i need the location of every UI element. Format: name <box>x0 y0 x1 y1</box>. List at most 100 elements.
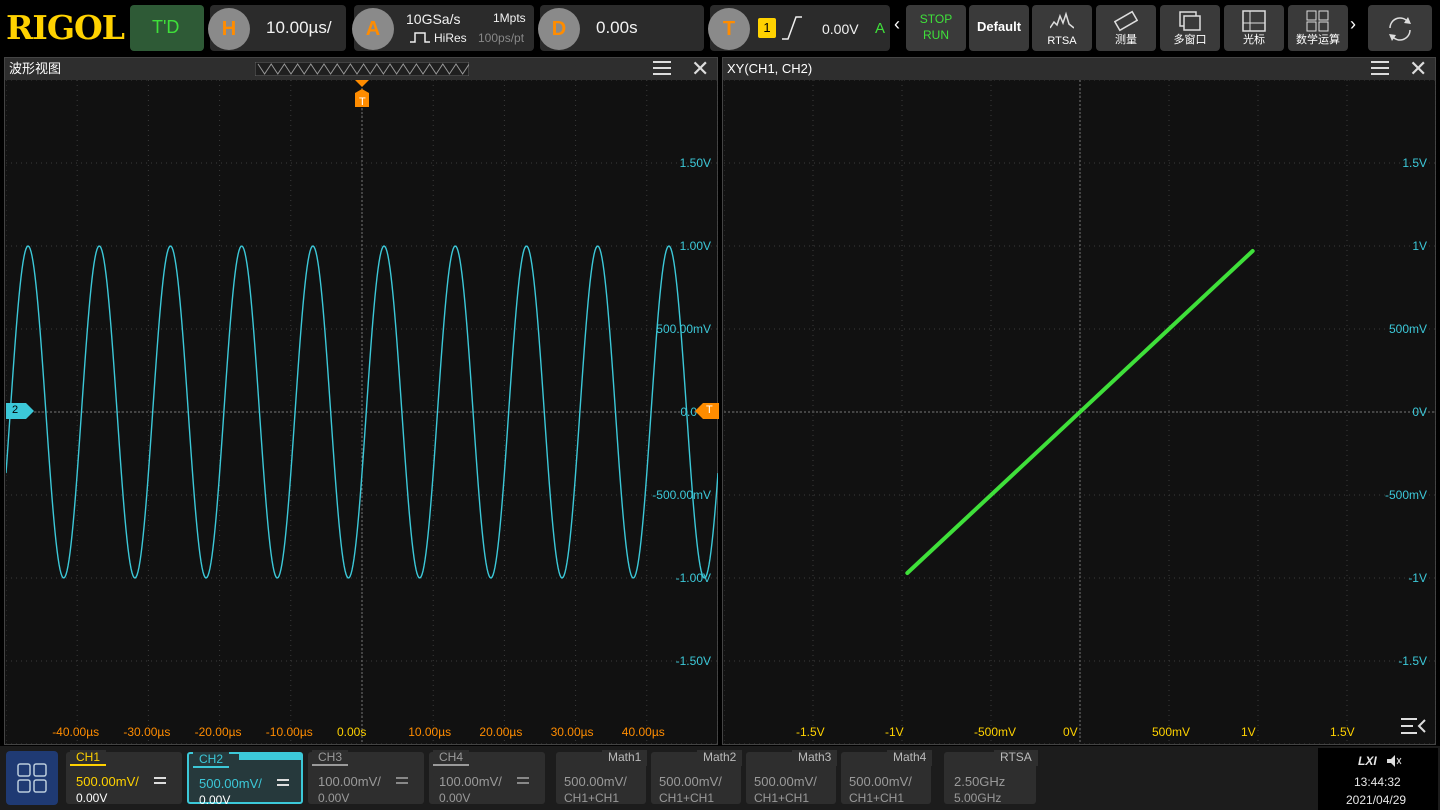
xy-close-icon[interactable]: ✕ <box>1409 58 1427 80</box>
rtsa-icon <box>1050 11 1074 29</box>
channel-name: CH4 <box>433 750 470 766</box>
speaker-muted-icon[interactable] <box>1386 754 1402 768</box>
xy-x-tick-label: -1V <box>885 725 904 739</box>
xy-x-tick-label: -500mV <box>974 725 1017 739</box>
scroll-right-icon[interactable]: › <box>1350 14 1356 35</box>
waveform-y-tick-label: 500.00mV <box>656 322 711 336</box>
channel-name: CH1 <box>70 750 107 766</box>
scroll-left-icon[interactable]: ‹ <box>894 14 900 35</box>
channel-box-ch4[interactable]: CH4 100.00mV/0.00V <box>429 750 545 805</box>
xy-panel-menu-icon[interactable] <box>1371 61 1389 75</box>
math-box-math1[interactable]: Math1 500.00mV/CH1+CH1 <box>556 750 648 805</box>
waveform-x-tick-label: 10.00µs <box>408 725 452 739</box>
mode-switch-button[interactable] <box>1368 5 1432 51</box>
trigger-level-label: T <box>706 404 713 416</box>
a-pill[interactable]: A <box>352 8 394 50</box>
waveform-y-tick-label: -1.00V <box>675 571 711 585</box>
xy-y-tick-label: -1V <box>1408 571 1427 585</box>
refresh-cycle-icon <box>1389 17 1411 41</box>
points-rate: 100ps/pt <box>478 31 525 45</box>
memory-depth: 1Mpts <box>493 11 526 25</box>
stop-label: STOP <box>919 12 953 26</box>
waveform-y-tick-label: 0.0 <box>680 405 697 419</box>
coupling-icon <box>396 777 408 784</box>
run-label: RUN <box>923 28 949 42</box>
rtsa-label: RTSA <box>1047 35 1077 47</box>
channel-offset: 0.00V <box>318 791 350 805</box>
status-clock-area: LXI 13:44:32 2021/04/29 <box>1318 748 1438 810</box>
waveform-y-tick-label: -1.50V <box>675 654 711 668</box>
trigger-level: 0.00V <box>822 21 859 37</box>
waveform-y-tick-label: 1.00V <box>679 239 711 253</box>
trigger-mode: A <box>875 20 886 37</box>
close-icon[interactable]: ✕ <box>691 58 709 80</box>
clock-time: 13:44:32 <box>1354 775 1401 789</box>
math-button[interactable]: 数学运算 <box>1288 5 1348 51</box>
multi-window-button[interactable]: 多窗口 <box>1160 5 1220 51</box>
math-icon <box>1306 10 1329 32</box>
multi-window-label: 多窗口 <box>1173 34 1207 46</box>
memory-overview-bar[interactable] <box>255 62 469 76</box>
math-box-math4[interactable]: Math4 500.00mV/CH1+CH1 <box>841 750 933 805</box>
h-pill[interactable]: H <box>208 8 250 50</box>
waveform-y-tick-label: -500.00mV <box>652 488 711 502</box>
cursor-label: 光标 <box>1243 34 1265 46</box>
waveform-x-tick-label: 30.00µs <box>550 725 594 739</box>
math-source: CH1+CH1 <box>564 791 620 805</box>
math-label: 数学运算 <box>1296 34 1340 46</box>
waveform-x-tick-label: -10.00µs <box>265 725 313 739</box>
xy-y-tick-label: 1.5V <box>1402 156 1427 170</box>
math-scale: 500.00mV/ <box>754 774 817 789</box>
channel-box-ch3[interactable]: CH3 100.00mV/0.00V <box>308 750 424 805</box>
td-label: T'D <box>152 17 180 37</box>
sample-rate: 10GSa/s <box>406 11 461 27</box>
measure-button[interactable]: 测量 <box>1096 5 1156 51</box>
timebase-mode-button[interactable]: T'D <box>130 5 204 51</box>
waveform-x-tick-label: 20.00µs <box>479 725 523 739</box>
acq-pulse-icon <box>410 32 430 43</box>
rising-edge-icon <box>782 16 802 40</box>
waveform-x-tick-label: -40.00µs <box>52 725 100 739</box>
math-name: Math3 <box>792 750 838 766</box>
xy-x-tick-label: -1.5V <box>796 725 825 739</box>
rtsa-button[interactable]: RTSA <box>1032 5 1092 51</box>
channel-scale: 100.00mV/ <box>318 774 381 789</box>
rigol-logo: RIGOL <box>6 8 125 47</box>
math-name: Math4 <box>887 750 933 766</box>
channel2-ground-marker[interactable] <box>6 403 34 419</box>
d-pill[interactable]: D <box>538 8 580 50</box>
channel-box-ch2[interactable]: CH2 500.00mV/0.00V <box>187 752 303 807</box>
rtsa-status-box[interactable]: RTSA 2.50GHz 5.00GHz <box>944 750 1038 805</box>
cursor-icon <box>1242 10 1266 32</box>
channel-selected-indicator <box>239 754 301 760</box>
waveform-y-tick-label: 1.50V <box>679 156 711 170</box>
multi-window-icon <box>1179 11 1201 31</box>
collapse-menu-icon[interactable] <box>1399 716 1427 736</box>
math-box-math2[interactable]: Math2 500.00mV/CH1+CH1 <box>651 750 743 805</box>
waveform-panel-title: 波形视图 <box>9 61 62 76</box>
t-pill[interactable]: T <box>708 8 750 50</box>
xy-x-tick-label: 1.5V <box>1330 725 1355 739</box>
h-scale-value: 10.00µs/ <box>266 18 332 37</box>
xy-panel: XY(CH1, CH2) ✕ 1.5V 1V 500mV 0V -500mV -1V -1.… <box>722 57 1436 745</box>
math-name: Math1 <box>602 750 648 766</box>
panel-menu-icon[interactable] <box>653 61 671 75</box>
xy-y-tick-label: 0V <box>1412 405 1427 419</box>
coupling-icon <box>154 777 166 784</box>
waveform-x-tick-label: -30.00µs <box>123 725 171 739</box>
rtsa-center-freq: 2.50GHz <box>954 774 1006 789</box>
channel-box-ch1[interactable]: CH1 500.00mV/0.00V <box>66 750 182 805</box>
lxi-logo: LXI <box>1358 754 1377 768</box>
rtsa-span: 5.00GHz <box>954 791 1002 805</box>
home-button[interactable] <box>6 751 58 805</box>
waveform-x-tick-label: 0.00s <box>337 725 367 739</box>
clock-date: 2021/04/29 <box>1346 793 1407 807</box>
channel-scale: 100.00mV/ <box>439 774 502 789</box>
cursor-button[interactable]: 光标 <box>1224 5 1284 51</box>
math-box-math3[interactable]: Math3 500.00mV/CH1+CH1 <box>746 750 838 805</box>
channel-name: CH2 <box>193 752 230 768</box>
channel-scale: 500.00mV/ <box>76 774 139 789</box>
math-scale: 500.00mV/ <box>659 774 722 789</box>
stop-run-button[interactable]: STOP RUN <box>906 5 966 51</box>
default-button[interactable]: Default <box>969 5 1029 51</box>
